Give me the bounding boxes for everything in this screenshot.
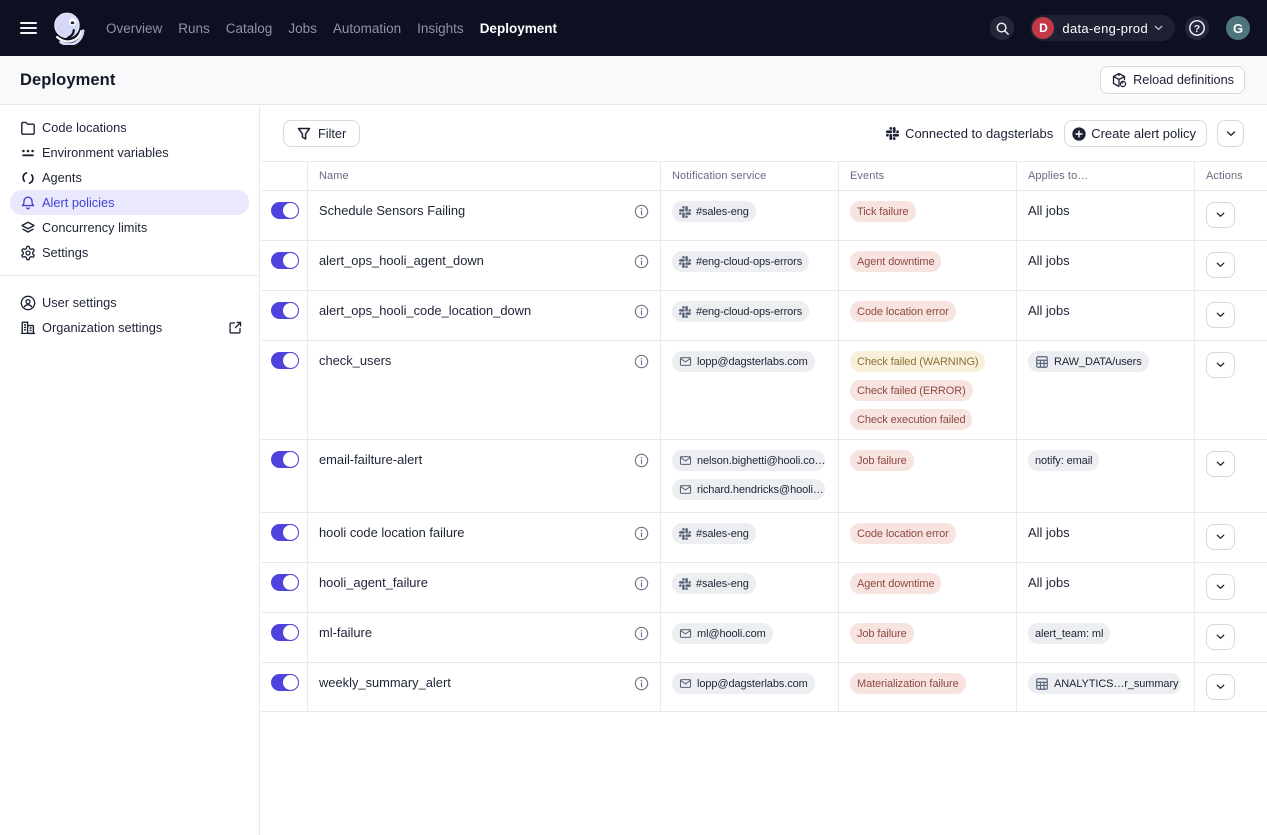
svg-text:?: ? — [1194, 23, 1200, 35]
